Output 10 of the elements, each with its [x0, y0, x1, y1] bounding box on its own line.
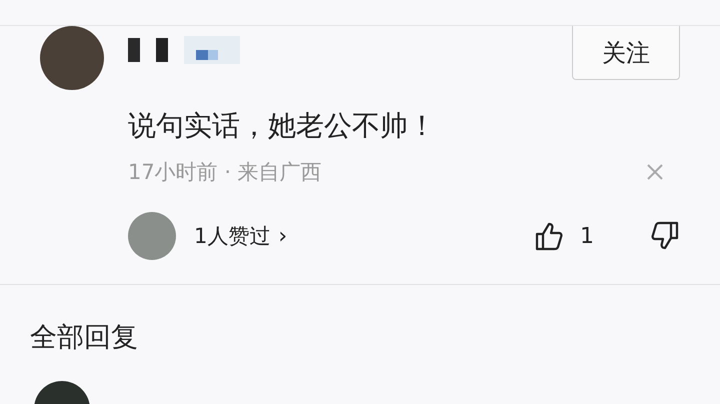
comment-meta: 17小时前 · 来自广西 [128, 159, 322, 186]
thumbs-up-icon[interactable] [534, 221, 564, 251]
likers-link[interactable]: 1人赞过 [194, 222, 270, 250]
thumbs-down-icon[interactable] [650, 221, 680, 251]
replies-heading: 全部回复 [29, 321, 139, 355]
comment-text: 说句实话，她老公不帅！ [128, 108, 437, 144]
chevron[interactable]: › [278, 224, 288, 248]
follow-button[interactable]: 关注 [572, 26, 680, 80]
like-count: 1 [580, 224, 594, 248]
liker-avatar[interactable] [128, 212, 176, 260]
